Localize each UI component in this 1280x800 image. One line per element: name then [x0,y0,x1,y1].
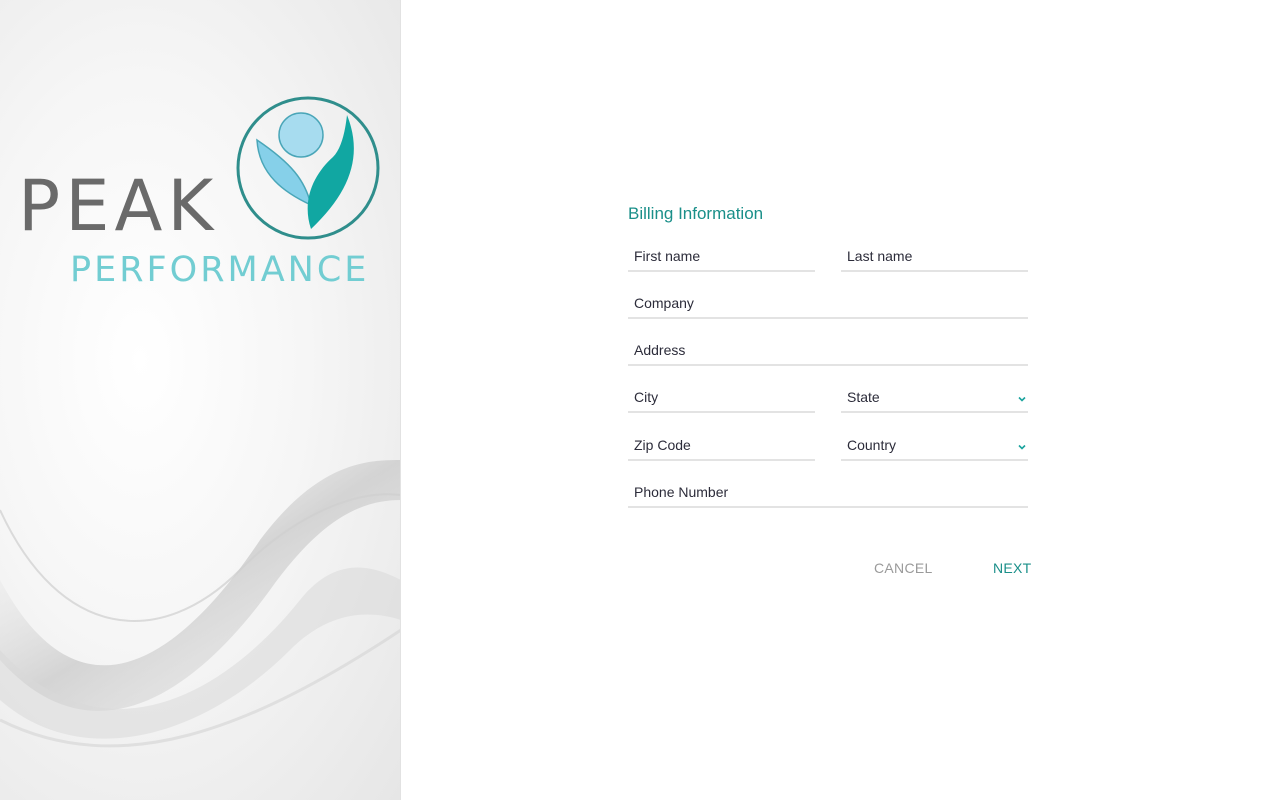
address-field [628,336,1028,366]
address-input[interactable] [628,336,1028,364]
state-select-label: State [847,389,880,405]
cancel-button[interactable]: CANCEL [874,560,933,576]
company-input[interactable] [628,289,1028,317]
country-select[interactable]: Country [841,431,1028,461]
company-field [628,289,1028,319]
logo-wordmark-performance: PERFORMANCE [70,250,370,290]
city-field [628,383,815,413]
chevron-down-icon [1018,444,1026,450]
state-select[interactable]: State [841,383,1028,413]
zip-code-input[interactable] [628,431,815,459]
decorative-waves [0,460,401,748]
last-name-field [841,242,1028,272]
chevron-down-icon [1018,396,1026,402]
branding-panel: PEAK PERFORMANCE [0,0,401,800]
logo-emblem-icon [236,96,380,240]
country-select-label: Country [847,437,897,453]
next-button[interactable]: NEXT [993,560,1032,576]
form-title: Billing Information [628,204,764,223]
phone-number-input[interactable] [628,478,1028,506]
logo-wordmark-peak: PEAK [18,165,219,247]
last-name-input[interactable] [841,242,1028,270]
city-input[interactable] [628,383,815,411]
phone-number-field [628,478,1028,508]
first-name-input[interactable] [628,242,815,270]
zip-code-field [628,431,815,461]
panel-divider [400,0,401,800]
first-name-field [628,242,815,272]
